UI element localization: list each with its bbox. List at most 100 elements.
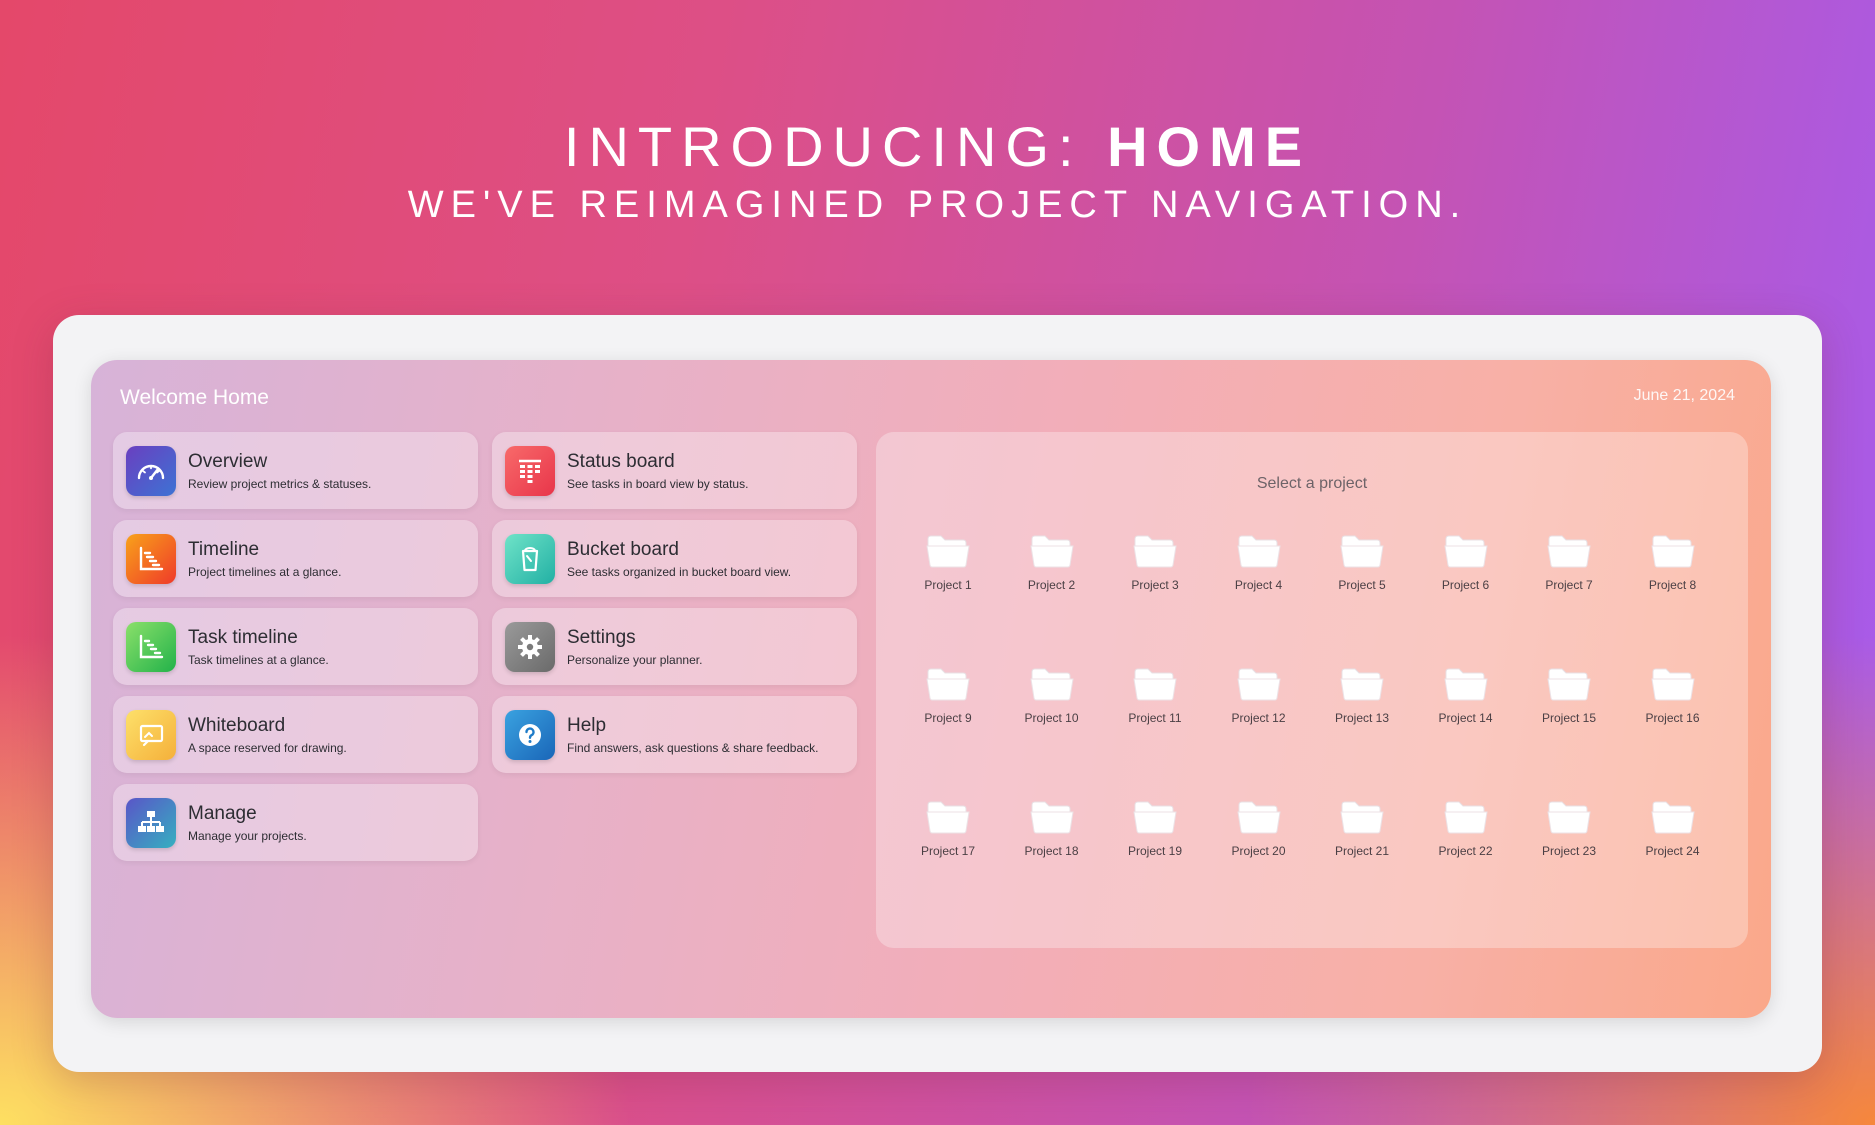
nav-card-settings[interactable]: Settings Personalize your planner. [492, 608, 857, 685]
project-folder-item[interactable]: Project 1 [896, 530, 1000, 592]
nav-card-desc: Task timelines at a glance. [188, 653, 329, 667]
folder-icon [1340, 668, 1384, 701]
project-folder-item[interactable]: Project 20 [1207, 796, 1311, 858]
project-folder-item[interactable]: Project 3 [1103, 530, 1207, 592]
project-folder-label: Project 3 [1131, 578, 1179, 592]
nav-card-desc: Review project metrics & statuses. [188, 477, 372, 491]
project-folder-item[interactable]: Project 10 [1000, 663, 1104, 725]
folder-icon [1443, 668, 1488, 701]
nav-card-title: Help [567, 715, 607, 736]
project-folder-item[interactable]: Project 21 [1310, 796, 1414, 858]
project-folder-item[interactable]: Project 16 [1621, 663, 1725, 725]
project-folder-item[interactable]: Project 13 [1310, 663, 1414, 725]
project-folder-item[interactable]: Project 17 [896, 796, 1000, 858]
hero-subtitle: WE'VE REIMAGINED PROJECT NAVIGATION. [407, 184, 1468, 226]
nav-card-title: Settings [567, 627, 636, 648]
nav-card-text: Help Find answers, ask questions & share… [567, 714, 818, 755]
task-timeline-icon [126, 621, 176, 672]
project-folder-label: Project 22 [1438, 844, 1493, 858]
nav-card-title: Timeline [188, 539, 260, 560]
project-folder-item[interactable]: Project 15 [1517, 663, 1621, 725]
project-folder-item[interactable]: Project 5 [1310, 530, 1414, 592]
project-folder-label: Project 1 [924, 578, 972, 592]
nav-card-status-board[interactable]: Status board See tasks in board view by … [492, 432, 857, 509]
hero-title-prefix: INTRODUCING: [563, 115, 1108, 178]
nav-card-text: Whiteboard A space reserved for drawing. [188, 714, 347, 755]
nav-card-help[interactable]: Help Find answers, ask questions & share… [492, 696, 857, 773]
nav-card-desc: See tasks organized in bucket board view… [567, 565, 792, 579]
project-folder-item[interactable]: Project 19 [1103, 796, 1207, 858]
nav-card-title: Status board [567, 451, 675, 472]
project-folder-label: Project 21 [1334, 844, 1390, 858]
project-folder-label: Project 4 [1234, 578, 1283, 592]
nav-card-overview[interactable]: Overview Review project metrics & status… [113, 432, 478, 509]
nav-card-text: Overview Review project metrics & status… [188, 450, 371, 491]
folder-icon [1236, 801, 1281, 834]
nav-card-desc: Project timelines at a glance. [188, 565, 342, 579]
folder-icon [1133, 668, 1177, 701]
hero-header: INTRODUCING: HOME WE'VE REIMAGINED PROJE… [0, 112, 1875, 227]
folder-icon [1547, 801, 1591, 834]
device-frame: Welcome Home June 21, 2024 Overview Revi… [53, 315, 1822, 1072]
project-folder-label: Project 7 [1545, 578, 1593, 592]
folder-icon [1547, 668, 1591, 701]
nav-card-text: Timeline Project timelines at a glance. [188, 538, 341, 579]
whiteboard-icon [126, 709, 176, 760]
nav-card-text: Bucket board See tasks organized in buck… [567, 538, 791, 579]
nav-card-title: Task timeline [188, 627, 298, 648]
folder-icon [1650, 535, 1695, 568]
nav-card-text: Task timeline Task timelines at a glance… [188, 626, 329, 667]
folder-icon [1650, 801, 1695, 834]
project-folder-item[interactable]: Project 8 [1621, 530, 1725, 592]
project-folder-item[interactable]: Project 22 [1414, 796, 1518, 858]
project-picker-panel: Select a project Project 1 Project 2 Proje… [876, 432, 1748, 948]
project-folder-item[interactable]: Project 7 [1517, 530, 1621, 592]
date-label: June 21, 2024 [1633, 387, 1735, 404]
nav-card-timeline[interactable]: Timeline Project timelines at a glance. [113, 520, 478, 597]
project-folder-label: Project 8 [1648, 578, 1697, 592]
folder-icon [926, 668, 970, 701]
project-folder-label: Project 11 [1128, 711, 1182, 725]
project-folder-item[interactable]: Project 14 [1414, 663, 1518, 725]
project-folder-label: Project 9 [924, 711, 972, 725]
nav-card-title: Overview [188, 451, 268, 472]
folder-icon [1029, 668, 1074, 701]
nav-card-title: Manage [188, 803, 257, 824]
welcome-title: Welcome Home [120, 386, 269, 409]
nav-card-task-timeline[interactable]: Task timeline Task timelines at a glance… [113, 608, 478, 685]
board-icon [505, 445, 555, 496]
project-folder-item[interactable]: Project 2 [1000, 530, 1104, 592]
folder-icon [1236, 668, 1281, 701]
nav-card-bucket-board[interactable]: Bucket board See tasks organized in buck… [492, 520, 857, 597]
nav-card-desc: Find answers, ask questions & share feed… [567, 741, 819, 755]
folder-icon [1340, 801, 1384, 834]
hero-title: INTRODUCING: HOME [0, 112, 1875, 182]
nav-card-desc: Personalize your planner. [567, 653, 703, 667]
project-folder-label: Project 10 [1024, 711, 1079, 725]
project-folder-item[interactable]: Project 18 [1000, 796, 1104, 858]
nav-card-manage[interactable]: Manage Manage your projects. [113, 784, 478, 861]
project-folder-item[interactable]: Project 6 [1414, 530, 1518, 592]
project-folder-item[interactable]: Project 12 [1207, 663, 1311, 725]
project-folder-item[interactable]: Project 11 [1103, 663, 1207, 725]
project-folder-item[interactable]: Project 23 [1517, 796, 1621, 858]
org-chart-icon [126, 797, 176, 848]
project-folder-item[interactable]: Project 9 [896, 663, 1000, 725]
folder-icon [1547, 535, 1591, 568]
folder-icon [1029, 801, 1074, 834]
nav-card-text: Status board See tasks in board view by … [567, 450, 748, 491]
project-folder-item[interactable]: Project 4 [1207, 530, 1311, 592]
folder-icon [1236, 535, 1281, 568]
project-folder-item[interactable]: Project 24 [1621, 796, 1725, 858]
help-icon [505, 709, 555, 760]
nav-card-title: Whiteboard [188, 715, 286, 736]
nav-card-desc: Manage your projects. [188, 829, 307, 843]
nav-card-desc: See tasks in board view by status. [567, 477, 749, 491]
project-picker-title: Select a project [1256, 475, 1368, 492]
project-folder-label: Project 13 [1334, 711, 1390, 725]
folder-icon [1133, 535, 1177, 568]
project-folder-label: Project 6 [1441, 578, 1490, 592]
project-folder-label: Project 20 [1231, 844, 1286, 858]
nav-card-whiteboard[interactable]: Whiteboard A space reserved for drawing. [113, 696, 478, 773]
project-folder-label: Project 14 [1438, 711, 1493, 725]
